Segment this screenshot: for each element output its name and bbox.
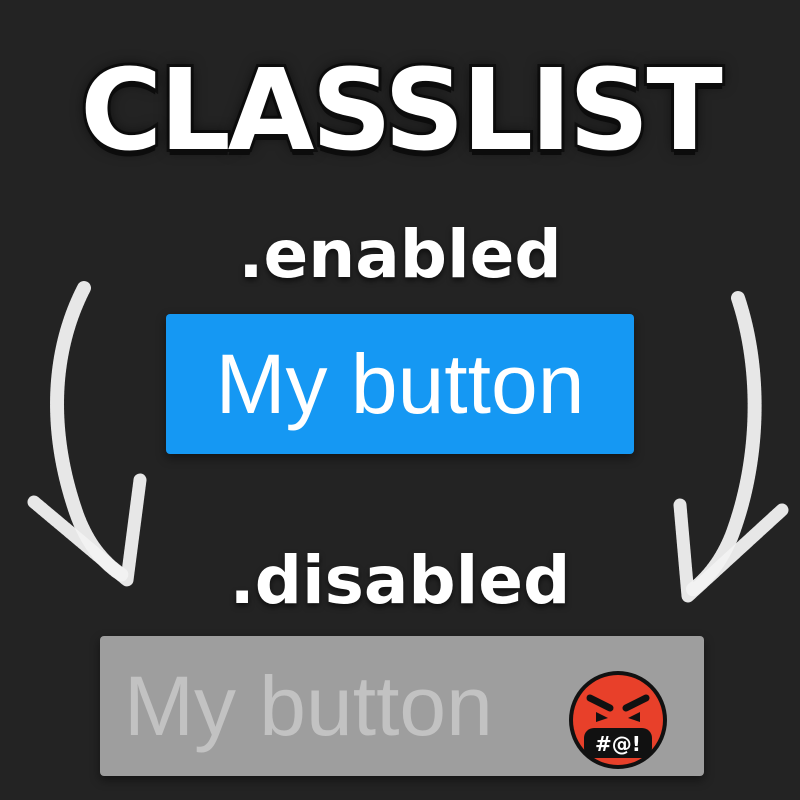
emoji-symbols-text: #@! — [595, 732, 641, 756]
disabled-button-label: My button — [124, 658, 493, 753]
page-title: CLASSLIST — [77, 46, 726, 176]
angry-face-with-symbols-icon: #@! — [569, 671, 667, 769]
enabled-button[interactable]: My button — [166, 314, 634, 454]
enabled-class-label: .enabled — [238, 216, 562, 293]
disabled-class-label: .disabled — [229, 542, 571, 619]
